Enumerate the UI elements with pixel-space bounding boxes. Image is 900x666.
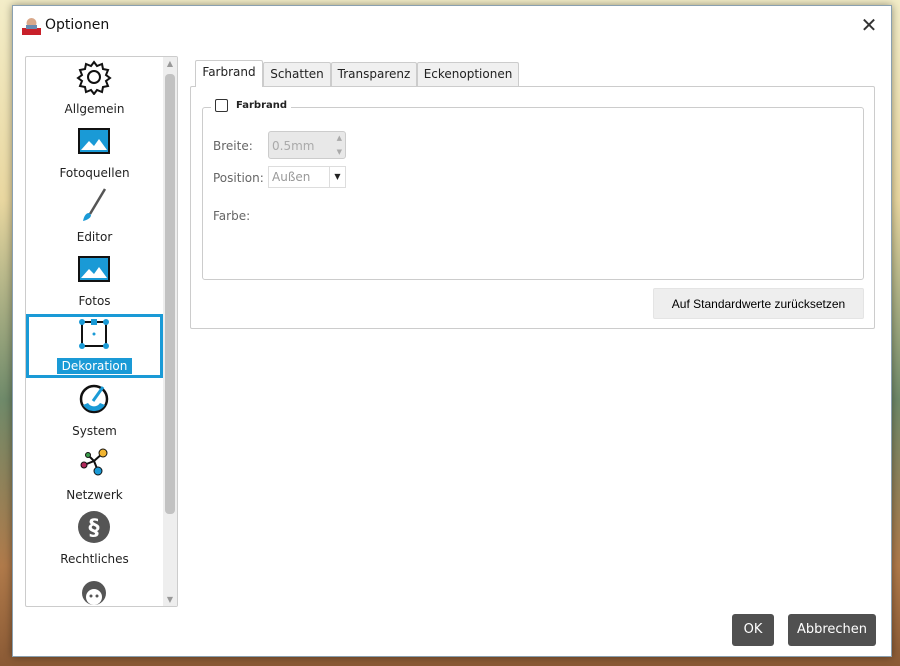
stepper-down-icon[interactable]: ▼ <box>337 148 342 156</box>
app-icon <box>22 18 41 35</box>
sidebar-item-label: Fotoquellen <box>59 166 130 180</box>
options-dialog: Optionen ✕ Allgemein Fotoquellen Editor … <box>12 5 892 657</box>
sidebar-item-label: Netzwerk <box>66 488 123 502</box>
chevron-down-icon[interactable]: ▼ <box>329 167 345 187</box>
tab-eckenoptionen[interactable]: Eckenoptionen <box>417 62 519 86</box>
tab-panel-farbrand: Farbrand Breite: 0.5mm ▲ ▼ Position: Auß… <box>190 86 875 329</box>
close-icon[interactable]: ✕ <box>857 14 881 38</box>
brush-icon <box>83 188 107 221</box>
cancel-button[interactable]: Abbrechen <box>788 614 876 646</box>
scroll-down-icon[interactable]: ▼ <box>163 595 177 604</box>
sidebar-item-allgemein[interactable]: Allgemein <box>26 57 163 121</box>
gauge-icon <box>79 384 109 414</box>
image-icon <box>78 256 110 282</box>
network-icon <box>80 448 108 476</box>
tab-schatten[interactable]: Schatten <box>263 62 331 86</box>
farbrand-group-label: Farbrand <box>236 100 288 111</box>
sidebar-item-editor[interactable]: Editor <box>26 185 163 249</box>
sidebar-item-dekoration[interactable]: Dekoration <box>26 314 163 378</box>
sidebar-item-label: System <box>72 424 117 438</box>
sidebar-item-netzwerk[interactable]: Netzwerk <box>26 443 163 507</box>
reset-defaults-button[interactable]: Auf Standardwerte zurücksetzen <box>653 288 864 319</box>
ok-button[interactable]: OK <box>732 614 774 646</box>
stepper-up-icon[interactable]: ▲ <box>337 134 342 142</box>
window-title: Optionen <box>45 17 110 33</box>
width-value: 0.5mm <box>272 139 315 153</box>
sidebar-item-label: Editor <box>76 230 113 244</box>
sidebar-item-label: Rechtliches <box>60 552 129 566</box>
width-label: Breite: <box>213 139 253 153</box>
tab-transparenz[interactable]: Transparenz <box>331 62 417 86</box>
sidebar-item-label: Fotos <box>78 294 111 308</box>
category-list[interactable]: Allgemein Fotoquellen Editor Fotos Dekor… <box>25 56 178 607</box>
support-headset-icon <box>82 581 106 605</box>
sidebar-item-rechtliches[interactable]: § Rechtliches <box>26 507 163 571</box>
farbrand-group: Farbrand Breite: 0.5mm ▲ ▼ Position: Auß… <box>202 99 864 280</box>
sidebar-item-fotoquellen[interactable]: Fotoquellen <box>26 121 163 185</box>
farbrand-checkbox[interactable] <box>215 99 228 112</box>
color-label: Farbe: <box>213 209 251 223</box>
width-stepper[interactable]: 0.5mm ▲ ▼ <box>268 131 346 159</box>
sidebar-item-system[interactable]: System <box>26 379 163 443</box>
position-label: Position: <box>213 171 264 185</box>
sidebar-item-support[interactable] <box>26 571 163 606</box>
scrollbar-thumb[interactable] <box>165 74 175 514</box>
gear-icon <box>76 60 112 95</box>
position-select[interactable]: Außen ▼ <box>268 166 346 188</box>
tab-farbrand[interactable]: Farbrand <box>195 60 263 87</box>
svg-text:§: § <box>89 516 100 541</box>
sidebar-item-label: Dekoration <box>57 358 132 374</box>
sidebar-scrollbar[interactable]: ▲ ▼ <box>163 57 177 606</box>
farbrand-toggle[interactable]: Farbrand <box>211 99 292 112</box>
decoration-frame-icon <box>79 319 109 349</box>
sidebar-item-label: Allgemein <box>64 102 125 116</box>
scroll-up-icon[interactable]: ▲ <box>163 59 177 68</box>
image-icon <box>78 128 110 154</box>
paragraph-icon: § <box>78 511 110 543</box>
title-bar: Optionen ✕ <box>13 6 891 44</box>
sidebar-item-fotos[interactable]: Fotos <box>26 249 163 313</box>
position-value: Außen <box>272 170 311 184</box>
